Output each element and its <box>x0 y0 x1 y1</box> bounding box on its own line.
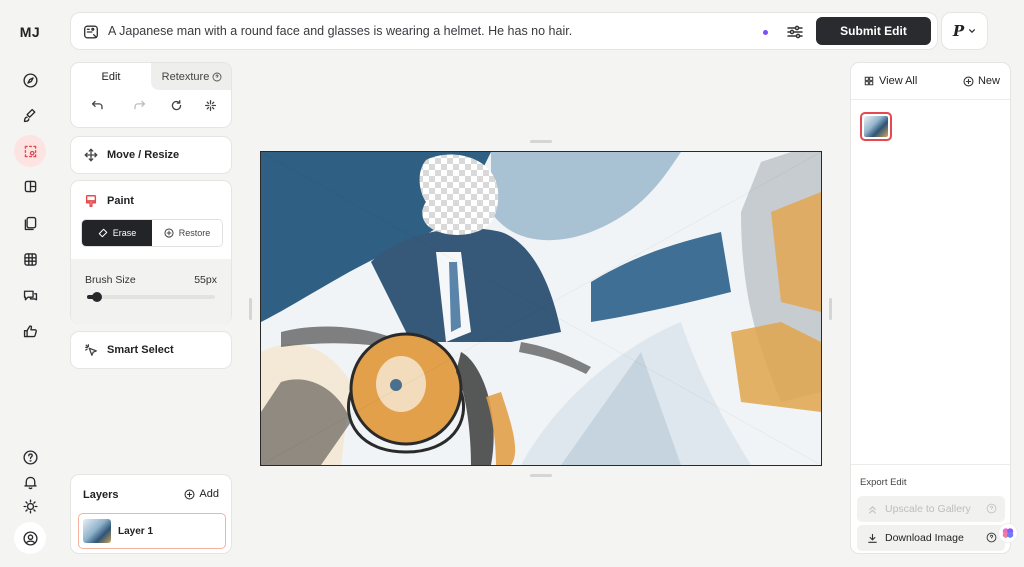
thumbs-up-icon[interactable] <box>14 315 46 347</box>
redo-icon[interactable] <box>133 99 149 115</box>
layers-title: Layers <box>83 489 119 501</box>
plus-circle-icon <box>963 75 974 87</box>
download-icon <box>868 533 877 543</box>
profile-selector[interactable]: P <box>941 12 988 50</box>
erase-label: Erase <box>112 228 137 238</box>
help-icon <box>986 532 997 543</box>
erase-button[interactable]: Erase <box>82 220 152 246</box>
paint-tool[interactable]: Paint <box>84 194 134 208</box>
edit-tabs-card: Edit Retexture <box>70 62 232 128</box>
personalize-icon[interactable] <box>14 207 46 239</box>
thumbnail-image <box>864 116 888 137</box>
upscale-to-gallery-button[interactable]: Upscale to Gallery <box>857 496 1005 522</box>
upscale-label: Upscale to Gallery <box>885 503 971 515</box>
right-panel: View All New Export Edit Upscale to Gall… <box>850 62 1011 554</box>
grid-icon[interactable] <box>14 243 46 275</box>
canvas-resize-handle-right[interactable] <box>829 298 832 320</box>
paint-label: Paint <box>107 195 134 207</box>
layer-thumbnail <box>83 519 111 543</box>
profile-label: P <box>952 22 965 40</box>
download-label: Download Image <box>885 532 964 544</box>
restore-button[interactable]: Restore <box>152 220 222 246</box>
plus-circle-icon <box>184 488 195 500</box>
chevron-down-icon <box>969 29 976 34</box>
status-dot <box>763 30 768 35</box>
prompt-bar[interactable]: A Japanese man with a round face and gla… <box>70 12 938 50</box>
restore-label: Restore <box>178 228 211 238</box>
left-nav: MJ <box>0 0 60 567</box>
upscale-icon <box>869 505 876 513</box>
canvas-image <box>261 152 821 465</box>
smart-select-tool[interactable]: Smart Select <box>70 331 232 369</box>
canvas-resize-handle-bottom[interactable] <box>530 474 552 477</box>
paint-mode-toggle: Erase Restore <box>81 219 223 247</box>
prompt-input[interactable]: A Japanese man with a round face and gla… <box>108 24 572 38</box>
view-all-label: View All <box>879 75 918 87</box>
sparkle-icon[interactable] <box>204 99 220 115</box>
export-edit-label: Export Edit <box>860 477 907 488</box>
help-icon <box>986 503 997 514</box>
refresh-icon[interactable] <box>170 99 186 115</box>
brain-icon[interactable] <box>999 524 1017 542</box>
undo-icon[interactable] <box>91 99 107 115</box>
add-layer-button[interactable]: Add <box>184 488 219 500</box>
canvas-resize-handle-top[interactable] <box>530 140 552 143</box>
tab-retexture[interactable]: Retexture <box>151 63 231 90</box>
right-panel-header: View All New <box>851 63 1010 100</box>
brush-icon[interactable] <box>14 99 46 131</box>
grid-icon <box>864 76 874 86</box>
smart-select-icon <box>85 344 97 356</box>
move-icon <box>84 148 98 162</box>
sun-icon[interactable] <box>14 490 46 522</box>
view-all-button[interactable]: View All <box>864 75 917 87</box>
add-layer-label: Add <box>199 488 219 500</box>
logo[interactable]: MJ <box>0 24 60 40</box>
image-prompt-icon[interactable] <box>82 23 100 41</box>
new-button[interactable]: New <box>963 75 1000 87</box>
canvas-resize-handle-left[interactable] <box>249 298 252 320</box>
layer-item[interactable]: Layer 1 <box>78 513 226 549</box>
brush-size-value: 55px <box>194 274 217 286</box>
plus-circle-icon <box>164 228 174 238</box>
download-image-button[interactable]: Download Image <box>857 525 1005 551</box>
eraser-icon <box>98 228 107 238</box>
chat-icon[interactable] <box>14 279 46 311</box>
move-resize-tool[interactable]: Move / Resize <box>70 136 232 174</box>
selected-image-thumbnail[interactable] <box>860 112 892 141</box>
layers-panel: Layers Add Layer 1 <box>70 474 232 554</box>
brush-size-label: Brush Size <box>85 274 136 286</box>
tab-edit[interactable]: Edit <box>71 63 151 90</box>
account-icon[interactable] <box>14 522 46 554</box>
history-controls <box>71 99 231 119</box>
compass-icon[interactable] <box>14 64 46 96</box>
smart-select-label: Smart Select <box>107 344 174 356</box>
edit-canvas[interactable] <box>260 151 822 466</box>
move-resize-label: Move / Resize <box>107 149 180 161</box>
paint-icon <box>85 195 97 207</box>
brush-size-slider[interactable] <box>87 292 215 302</box>
settings-sliders-icon[interactable] <box>785 22 805 42</box>
submit-edit-button[interactable]: Submit Edit <box>816 17 931 45</box>
tab-retexture-label: Retexture <box>161 70 210 83</box>
export-section: Export Edit Upscale to Gallery Download … <box>851 464 1010 553</box>
edit-icon[interactable] <box>14 135 46 167</box>
layer-name: Layer 1 <box>118 525 154 537</box>
help-icon <box>212 72 222 81</box>
new-label: New <box>977 75 1000 87</box>
organize-icon[interactable] <box>14 170 46 202</box>
paint-tool-card: Paint Erase Restore Brush Size 55px <box>70 180 232 324</box>
